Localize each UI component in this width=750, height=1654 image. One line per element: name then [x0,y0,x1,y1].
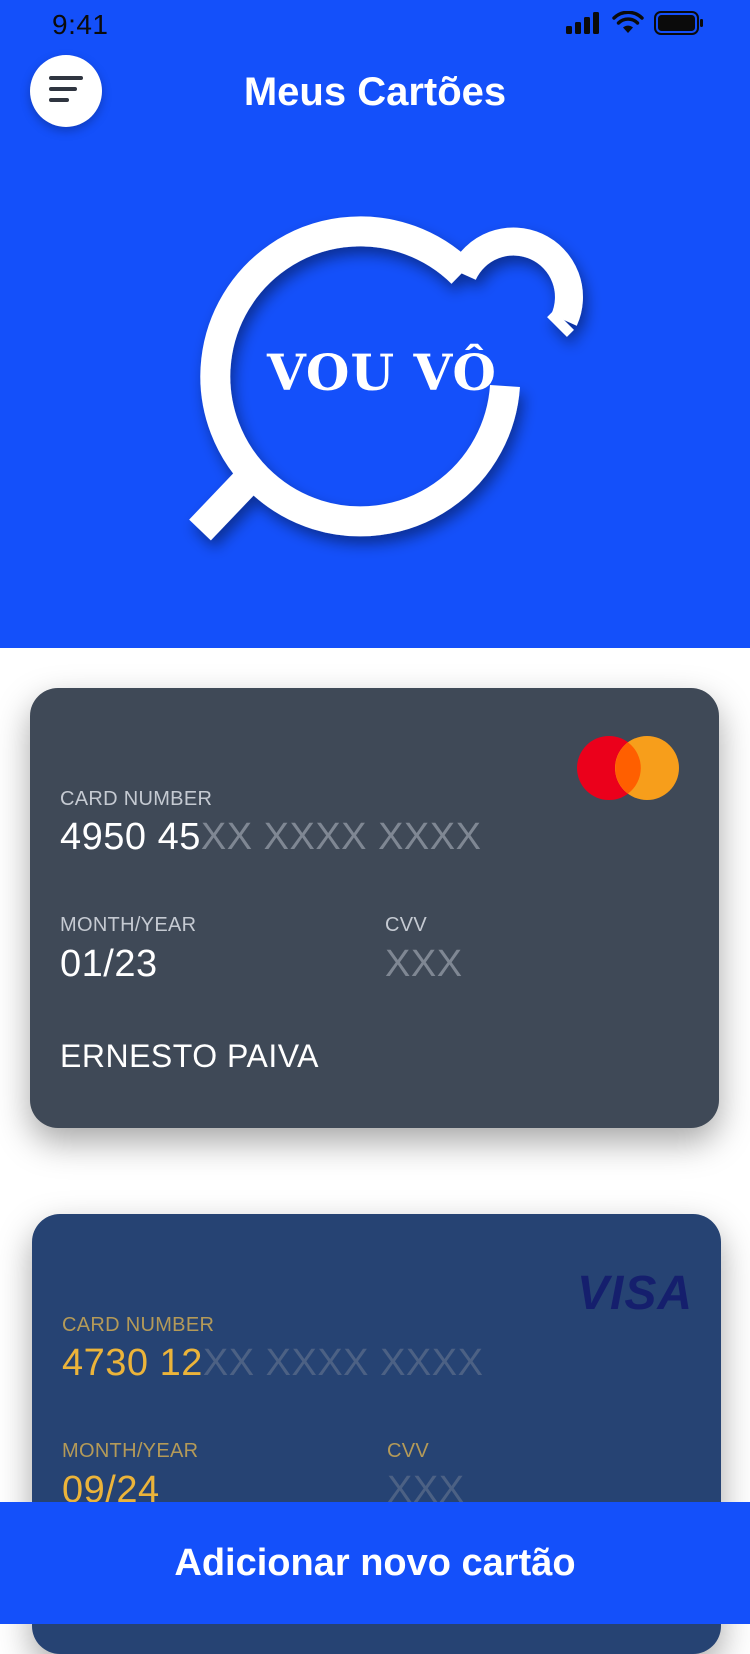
expiry-value: 01/23 [60,943,158,985]
status-icons [566,10,704,40]
card-number-masked: XX XXXX XXXX [200,816,482,858]
expiry-label: MONTH/YEAR [60,914,197,936]
card-number-label: CARD NUMBER [60,788,213,810]
cvv-label: CVV [387,1440,430,1462]
expiry-label: MONTH/YEAR [62,1440,199,1462]
status-bar: 9:41 [0,0,750,50]
page-title: Meus Cartões [243,70,507,114]
card-number: 4950 45XX XXXX XXXX [60,816,481,859]
wifi-icon [612,10,644,40]
add-new-card-button[interactable]: Adicionar novo cartão [0,1502,750,1624]
cvv-label: CVV [385,914,428,936]
status-time: 9:41 [52,9,109,40]
header-hero: 9:41 Meus Cartões VOU VÔ [0,0,750,648]
credit-card-mastercard[interactable]: CARD NUMBER 4950 45XX XXXX XXXX MONTH/YE… [30,688,719,1128]
card-holder-name: ERNESTO PAIVA [60,1038,320,1074]
cvv-value: XXX [385,943,463,985]
app-logo: VOU VÔ [180,215,620,590]
cellular-signal-icon [566,12,602,39]
mastercard-logo-icon [577,736,679,800]
card-number-masked: XX XXXX XXXX [202,1342,484,1384]
card-number-label: CARD NUMBER [62,1314,215,1336]
logo-text: VOU VÔ [266,343,497,402]
visa-logo: VISA [576,1267,693,1320]
card-number-visible: 4730 12 [62,1342,203,1384]
battery-icon [654,11,704,40]
card-number-visible: 4950 45 [60,816,201,858]
card-number: 4730 12XX XXXX XXXX [62,1342,483,1385]
